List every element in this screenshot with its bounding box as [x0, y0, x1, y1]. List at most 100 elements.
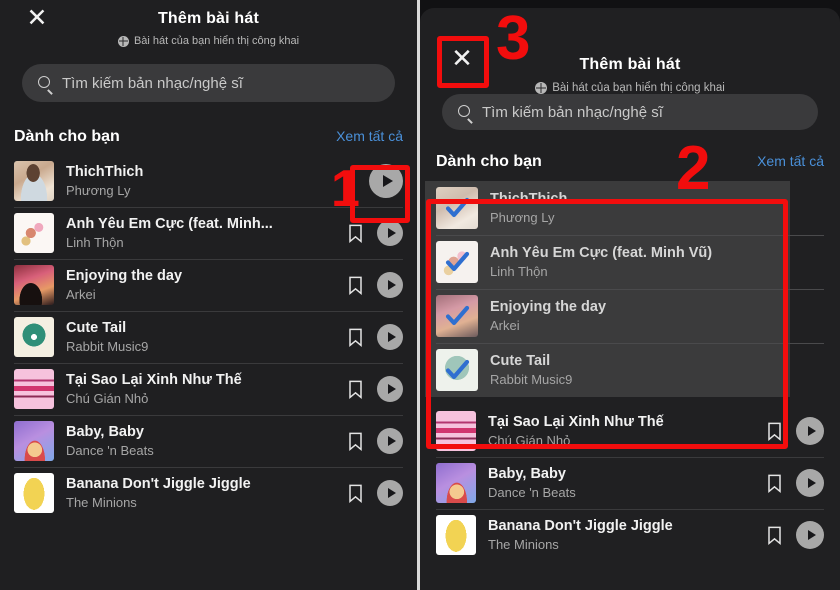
checkmark-icon	[445, 305, 470, 326]
search-placeholder: Tìm kiếm bản nhạc/nghệ sĩ	[482, 103, 663, 121]
search-input[interactable]: Tìm kiếm bản nhạc/nghệ sĩ	[442, 94, 818, 130]
bookmark-button[interactable]	[767, 526, 782, 545]
play-button[interactable]	[796, 417, 824, 445]
song-title: Cute Tail	[490, 353, 551, 369]
album-art	[436, 241, 478, 283]
song-meta: Anh Yêu Em Cực (feat. Minh... Linh Thộn	[54, 216, 340, 250]
song-meta: Anh Yêu Em Cực (feat. Minh Vũ) Linh Thộn	[478, 245, 824, 279]
play-button[interactable]	[796, 521, 824, 549]
song-title: Enjoying the day	[490, 299, 607, 315]
table-row[interactable]: Enjoying the day Arkei	[0, 259, 417, 311]
search-icon	[458, 105, 473, 125]
section-header-right: Dành cho bạn Xem tất cả	[436, 153, 824, 171]
play-icon	[387, 280, 396, 290]
left-screenshot-panel: ✕ Thêm bài hát Bài hát của bạn hiển thị …	[0, 0, 417, 590]
bookmark-icon	[349, 380, 362, 399]
see-all-link[interactable]: Xem tất cả	[757, 153, 824, 169]
bookmark-button[interactable]	[348, 276, 363, 295]
search-input[interactable]: Tìm kiếm bản nhạc/nghệ sĩ	[22, 64, 395, 102]
album-art	[436, 411, 476, 451]
song-artist: Rabbit Music9	[66, 339, 149, 354]
bookmark-icon	[768, 422, 781, 441]
table-row[interactable]: Tại Sao Lại Xinh Như Thế Chú Gián Nhỏ	[0, 363, 417, 415]
play-button[interactable]	[377, 480, 403, 506]
row-divider	[14, 311, 403, 312]
song-artist: Arkei	[490, 318, 520, 333]
annotation-number-3: 3	[496, 4, 531, 73]
song-title: Baby, Baby	[488, 466, 566, 482]
bookmark-button[interactable]	[348, 328, 363, 347]
play-button[interactable]	[377, 428, 403, 454]
album-art	[14, 265, 54, 305]
bookmark-icon	[349, 328, 362, 347]
sheet-subtitle-text: Bài hát của bạn hiển thị công khai	[552, 82, 725, 94]
bookmark-button[interactable]	[348, 432, 363, 451]
table-row[interactable]: Cute Tail Rabbit Music9	[0, 311, 417, 363]
art-portrait-figure	[14, 161, 54, 201]
album-art	[436, 187, 478, 229]
song-title: Baby, Baby	[66, 424, 144, 440]
table-row[interactable]: Banana Don't Jiggle Jiggle The Minions	[420, 509, 840, 561]
right-screenshot-panel: ✕ Thêm bài hát Bài hát của bạn hiển thị …	[420, 0, 840, 590]
bookmark-button[interactable]	[348, 484, 363, 503]
play-icon	[387, 488, 396, 498]
play-button[interactable]	[377, 220, 403, 246]
bookmark-button[interactable]	[348, 224, 363, 243]
table-row[interactable]: Tại Sao Lại Xinh Như Thế Chú Gián Nhỏ	[420, 405, 840, 457]
table-row[interactable]: Baby, Baby Dance 'n Beats	[420, 457, 840, 509]
play-button[interactable]	[377, 272, 403, 298]
table-row[interactable]: Banana Don't Jiggle Jiggle The Minions	[0, 467, 417, 519]
add-song-sheet-right: ✕ Thêm bài hát Bài hát của bạn hiển thị …	[420, 8, 840, 590]
song-artist: The Minions	[488, 537, 559, 552]
play-button[interactable]	[796, 469, 824, 497]
song-title: Enjoying the day	[66, 268, 183, 284]
album-art	[14, 369, 54, 409]
table-row[interactable]: Enjoying the day Arkei	[420, 289, 840, 343]
song-meta: Tại Sao Lại Xinh Như Thế Chú Gián Nhỏ	[476, 414, 759, 448]
bookmark-button[interactable]	[767, 474, 782, 493]
song-meta: ThichThich Phương Ly	[478, 191, 824, 225]
song-title: ThichThich	[66, 164, 144, 180]
selected-check	[436, 187, 478, 229]
song-meta: Baby, Baby Dance 'n Beats	[54, 424, 340, 458]
highlighted-songs-group: ThichThich Phương Ly Anh Yêu Em Cực (fea…	[420, 181, 840, 397]
row-divider	[14, 363, 403, 364]
song-artist: Linh Thộn	[66, 235, 124, 250]
play-button[interactable]	[377, 324, 403, 350]
table-row[interactable]: Cute Tail Rabbit Music9	[420, 343, 840, 397]
song-artist: Dance 'n Beats	[66, 443, 154, 458]
section-title: Dành cho bạn	[14, 128, 120, 145]
song-title: Tại Sao Lại Xinh Như Thế	[66, 372, 242, 388]
play-button[interactable]	[369, 164, 403, 198]
sheet-header-left: ✕ Thêm bài hát Bài hát của bạn hiển thị …	[0, 0, 417, 56]
song-meta: Enjoying the day Arkei	[478, 299, 824, 333]
play-icon	[387, 228, 396, 238]
table-row[interactable]: Baby, Baby Dance 'n Beats	[0, 415, 417, 467]
search-icon	[38, 76, 53, 96]
add-song-sheet-left: ✕ Thêm bài hát Bài hát của bạn hiển thị …	[0, 0, 417, 590]
row-divider	[14, 415, 403, 416]
play-icon	[387, 384, 396, 394]
bookmark-icon	[768, 474, 781, 493]
song-meta: Enjoying the day Arkei	[54, 268, 340, 302]
page-title: Thêm bài hát	[579, 56, 681, 73]
play-icon	[807, 426, 816, 436]
table-row[interactable]: Anh Yêu Em Cực (feat. Minh Vũ) Linh Thộn	[420, 235, 840, 289]
close-button[interactable]: ✕	[22, 4, 52, 34]
table-row[interactable]: ThichThich Phương Ly	[420, 181, 840, 235]
album-art	[14, 161, 54, 201]
art-flowers-detail	[14, 213, 54, 253]
art-sunset-figure	[14, 265, 54, 305]
close-button[interactable]: ✕	[445, 42, 479, 76]
bookmark-icon	[349, 276, 362, 295]
song-artist: Linh Thộn	[490, 264, 548, 279]
album-art	[436, 515, 476, 555]
bookmark-button[interactable]	[767, 422, 782, 441]
song-artist: Rabbit Music9	[490, 372, 573, 387]
song-artist: Chú Gián Nhỏ	[66, 391, 149, 406]
bookmark-button[interactable]	[348, 380, 363, 399]
art-banana-shape	[14, 473, 54, 513]
see-all-link[interactable]: Xem tất cả	[336, 128, 403, 144]
play-button[interactable]	[377, 376, 403, 402]
row-divider	[436, 457, 824, 458]
